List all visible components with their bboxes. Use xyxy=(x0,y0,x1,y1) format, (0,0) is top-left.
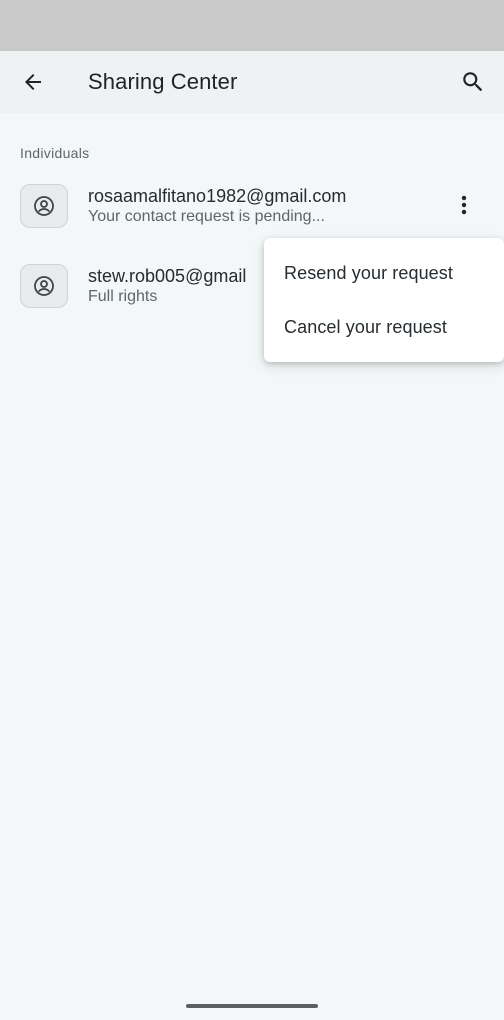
context-menu: Resend your request Cancel your request xyxy=(264,238,504,362)
contact-email: rosaamalfitano1982@gmail.com xyxy=(88,186,347,206)
menu-item-resend-request[interactable]: Resend your request xyxy=(264,246,504,300)
page-title: Sharing Center xyxy=(88,69,238,94)
search-icon xyxy=(463,72,483,92)
contact-status: Full rights xyxy=(88,288,158,305)
avatar xyxy=(20,184,68,228)
app-bar: Sharing Center xyxy=(0,51,504,113)
more-options-button[interactable] xyxy=(444,185,484,225)
contact-status: Your contact request is pending... xyxy=(88,208,325,225)
contact-row[interactable]: rosaamalfitano1982@gmail.com Your contac… xyxy=(0,172,504,242)
status-bar xyxy=(0,0,504,51)
menu-item-cancel-request[interactable]: Cancel your request xyxy=(264,300,504,354)
person-circle-icon xyxy=(34,276,54,296)
contact-email: stew.rob005@gmail xyxy=(88,266,247,286)
section-header: Individuals xyxy=(20,145,90,161)
avatar xyxy=(20,264,68,308)
more-vert-icon xyxy=(461,195,467,215)
back-button[interactable] xyxy=(11,60,55,104)
home-indicator[interactable] xyxy=(186,1004,318,1008)
arrow-back-icon xyxy=(25,74,41,90)
search-button[interactable] xyxy=(451,60,495,104)
person-circle-icon xyxy=(34,196,54,216)
